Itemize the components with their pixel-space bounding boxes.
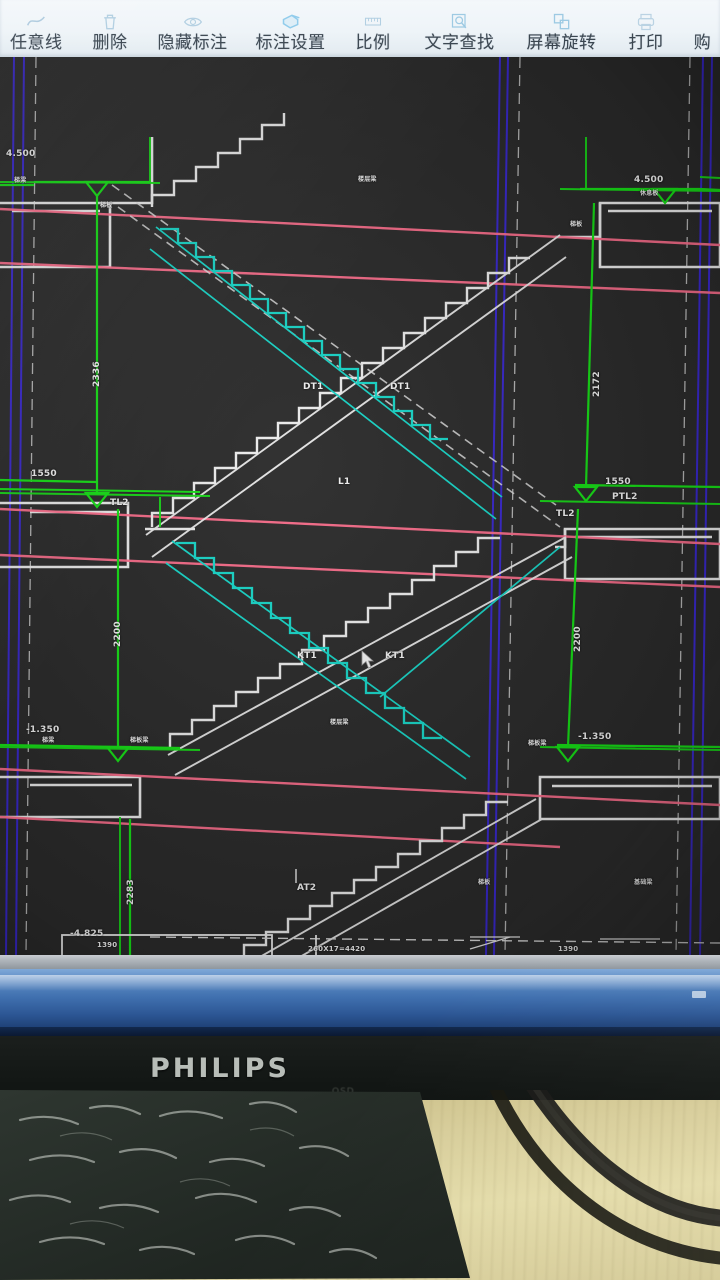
power-cable bbox=[489, 1090, 720, 1265]
elevation-label-bottom-left: -4.825 bbox=[70, 929, 104, 939]
monitor-brand-logo: PHILIPS bbox=[150, 1053, 290, 1084]
text-search-icon bbox=[447, 11, 473, 33]
toolbar-button-delete[interactable]: 删除 bbox=[87, 0, 134, 57]
annotation-left-lower-2: 梯板梁 bbox=[130, 737, 149, 744]
screen-rotate-icon bbox=[549, 11, 575, 33]
elevation-label-mid-right: 1550 bbox=[605, 477, 631, 487]
annotation-settings-icon bbox=[278, 11, 304, 33]
annotation-bottom-center: 梯板 bbox=[478, 879, 491, 886]
member-label-ptl2: PTL2 bbox=[612, 492, 638, 502]
toolbar-button-freeline[interactable]: 任意线 bbox=[4, 0, 69, 57]
dimension-label-left-mid: 2200 bbox=[113, 621, 123, 647]
member-label-tl2-right: TL2 bbox=[556, 509, 575, 519]
member-label-kt1-right: KT1 bbox=[385, 651, 405, 661]
annotation-right-upper-2: 休息板 bbox=[640, 190, 659, 197]
annotation-left-upper-2: 梯板 bbox=[100, 202, 113, 209]
delete-icon bbox=[97, 11, 123, 33]
member-label-dt1-left: DT1 bbox=[303, 382, 324, 392]
member-label-dt1-right: DT1 bbox=[390, 382, 411, 392]
toolbar-button-cart[interactable]: 购 bbox=[684, 0, 720, 57]
member-label-kt1-left: KT1 bbox=[297, 651, 317, 661]
toolbar-label-print: 打印 bbox=[628, 33, 664, 53]
toolbar-button-scale[interactable]: 比例 bbox=[350, 0, 397, 57]
photo-of-monitor: 任意线 删除 隐藏标注 标注设置 比例 文字查找 屏幕旋转 打印 购 4.500… bbox=[0, 0, 720, 1280]
annotation-bottom-right: 基础梁 bbox=[634, 879, 653, 886]
toolbar-label-hide-annotation: 隐藏标注 bbox=[157, 33, 228, 53]
annotation-center-lower: 楼层梁 bbox=[330, 719, 349, 726]
dimension-label-left-upper: 2336 bbox=[92, 361, 102, 387]
toolbar-button-text-search[interactable]: 文字查找 bbox=[419, 0, 501, 57]
member-label-at2: AT2 bbox=[297, 883, 317, 893]
toolbar-label-text-search: 文字查找 bbox=[424, 33, 495, 53]
toolbar-button-annotation-settings[interactable]: 标注设置 bbox=[250, 0, 332, 57]
print-icon bbox=[633, 11, 659, 33]
hide-annotation-icon bbox=[180, 11, 206, 33]
toolbar-label-scale: 比例 bbox=[355, 33, 391, 53]
annotation-right-lower: 梯板梁 bbox=[528, 740, 547, 747]
elevation-label-low-left: -1.350 bbox=[26, 725, 60, 735]
cad-drawing-canvas[interactable]: 4.500 4.500 1550 1550 -1.350 -1.350 -4.8… bbox=[0, 57, 720, 955]
toolbar-label-freeline: 任意线 bbox=[10, 33, 63, 53]
annotation-left-lower: 梯梁 bbox=[42, 737, 55, 744]
monitor-bezel bbox=[0, 969, 720, 1029]
annotation-center-upper: 楼层梁 bbox=[358, 176, 377, 183]
bezel-glare bbox=[0, 975, 720, 991]
dimension-label-left-lower: 2283 bbox=[126, 879, 136, 905]
toolbar-button-print[interactable]: 打印 bbox=[623, 0, 670, 57]
dimension-label-right-upper: 2172 bbox=[592, 371, 602, 397]
toolbar-label-screen-rotate: 屏幕旋转 bbox=[526, 33, 597, 53]
dimension-label-bottom-center: 260X17=4420 bbox=[308, 945, 366, 953]
annotation-left-upper: 梯梁 bbox=[14, 177, 27, 184]
freeline-icon bbox=[23, 11, 49, 33]
mouse-cursor-icon bbox=[360, 650, 376, 670]
dimension-label-bottom-right: 1390 bbox=[558, 945, 579, 953]
scale-ruler-icon bbox=[360, 11, 386, 33]
monitor-screen-edge bbox=[0, 955, 720, 969]
member-label-tl2-left: TL2 bbox=[110, 498, 129, 508]
toolbar-label-annotation-settings: 标注设置 bbox=[255, 33, 326, 53]
toolbar-button-hide-annotation[interactable]: 隐藏标注 bbox=[152, 0, 234, 57]
cad-toolbar: 任意线 删除 隐藏标注 标注设置 比例 文字查找 屏幕旋转 打印 购 bbox=[0, 0, 720, 57]
member-label-l1: L1 bbox=[338, 477, 351, 487]
elevation-label-top-right: 4.500 bbox=[634, 175, 664, 185]
toolbar-label-delete: 删除 bbox=[92, 33, 128, 53]
dimension-label-bottom-left: 1390 bbox=[97, 941, 118, 949]
toolbar-label-cart: 购 bbox=[693, 33, 712, 53]
elevation-label-low-right: -1.350 bbox=[578, 732, 612, 742]
toolbar-button-screen-rotate[interactable]: 屏幕旋转 bbox=[521, 0, 603, 57]
cart-icon bbox=[690, 11, 716, 33]
monitor-power-button[interactable] bbox=[692, 991, 706, 998]
dimension-label-right-mid: 2200 bbox=[573, 626, 583, 652]
elevation-label-top-left: 4.500 bbox=[6, 149, 36, 159]
annotation-right-upper: 梯板 bbox=[570, 221, 583, 228]
elevation-label-mid-left: 1550 bbox=[31, 469, 57, 479]
cad-vector-content bbox=[0, 57, 720, 955]
